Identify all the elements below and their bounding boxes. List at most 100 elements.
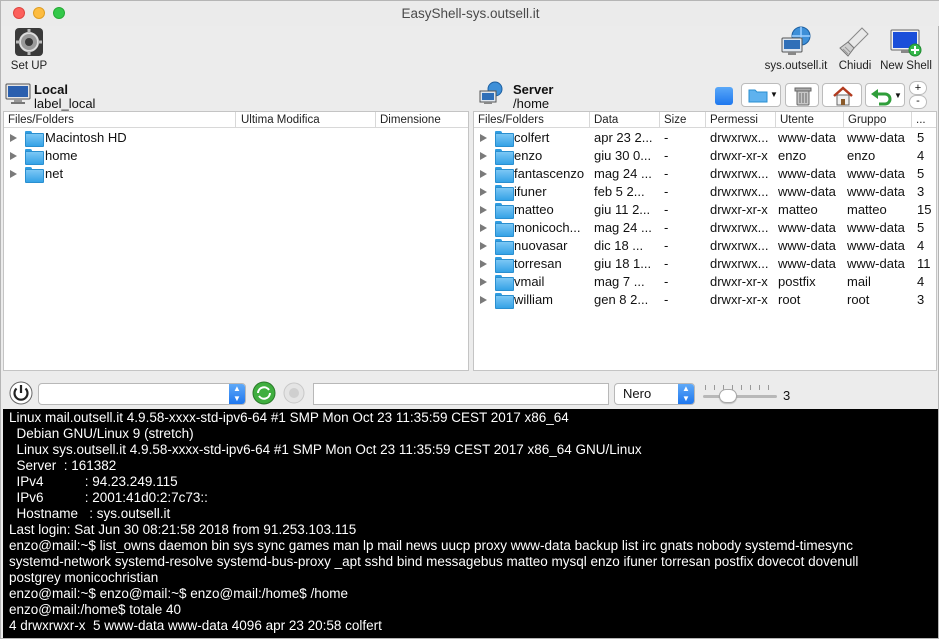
terminal-line: systemd-network systemd-resolve systemd-… [9, 554, 859, 569]
server-item-user: www-data [778, 256, 836, 271]
server-item-links: 4 [917, 274, 925, 289]
folder-icon [495, 203, 514, 219]
server-item-date: giu 11 2... [594, 202, 651, 217]
history-dropdown[interactable]: ▲ ▼ [38, 383, 246, 405]
server-col-size[interactable]: Size [660, 112, 706, 128]
server-item-size: - [664, 238, 669, 253]
disclosure-triangle-icon[interactable] [10, 134, 17, 142]
server-col-more[interactable]: ... [912, 112, 936, 128]
server-col-group[interactable]: Gruppo [844, 112, 912, 128]
server-item-date: gen 8 2... [594, 292, 649, 307]
server-list-item[interactable]: colfert apr 23 2... - drwxrwx... www-data www… [474, 129, 936, 147]
disclosure-triangle-icon[interactable] [480, 152, 487, 160]
close-window-button[interactable] [13, 7, 25, 19]
back-button[interactable]: ▼ [865, 83, 905, 107]
home-button[interactable] [822, 83, 862, 107]
run-icon[interactable] [252, 381, 276, 408]
server-list-item[interactable]: william gen 8 2... - drwxr-xr-x root root 3 [474, 291, 936, 309]
server-list-item[interactable]: fantascenzo mag 24 ... - drwxrwx... www-data… [474, 165, 936, 183]
disclosure-triangle-icon[interactable] [10, 152, 17, 160]
local-col-files[interactable]: Files/Folders [4, 112, 236, 128]
slider-thumb[interactable] [719, 389, 737, 403]
local-col-modified[interactable]: Ultima Modifica [237, 112, 376, 128]
disclosure-triangle-icon[interactable] [480, 170, 487, 178]
window-title: EasyShell-sys.outsell.it [401, 6, 540, 21]
server-col-date[interactable]: Data [590, 112, 660, 128]
disclosure-triangle-icon[interactable] [10, 170, 17, 178]
server-item-group: www-data [847, 166, 905, 181]
trash-button[interactable] [785, 83, 819, 107]
folder-icon [495, 257, 514, 273]
terminal-color-dropdown[interactable]: Nero ▲ ▼ [614, 383, 695, 405]
terminal-output[interactable]: Linux mail.outsell.it 4.9.58-xxxx-std-ip… [3, 409, 938, 638]
terminal-line: enzo@mail:~$ enzo@mail:~$ enzo@mail:/hom… [9, 586, 349, 601]
server-item-user: www-data [778, 166, 836, 181]
server-item-date: mag 24 ... [594, 220, 652, 235]
setup-button[interactable]: Set UP [7, 26, 51, 72]
server-list-item[interactable]: monicoch... mag 24 ... - drwxrwx... www-data… [474, 219, 936, 237]
server-item-links: 3 [917, 292, 925, 307]
server-list-item[interactable]: vmail mag 7 ... - drwxr-xr-x postfix mail 4 [474, 273, 936, 291]
trash-icon [794, 86, 812, 109]
disclosure-triangle-icon[interactable] [480, 134, 487, 142]
server-item-user: www-data [778, 220, 836, 235]
power-icon[interactable] [9, 381, 33, 408]
local-subtitle: label_local [34, 96, 96, 111]
disclosure-triangle-icon[interactable] [480, 278, 487, 286]
minimize-window-button[interactable] [33, 7, 45, 19]
local-list-item[interactable]: Macintosh HD [4, 129, 468, 147]
server-item-links: 5 [917, 130, 925, 145]
server-item-date: apr 23 2... [594, 130, 653, 145]
terminal-line: Linux mail.outsell.it 4.9.58-xxxx-std-ip… [9, 410, 569, 425]
disclosure-triangle-icon[interactable] [480, 206, 487, 214]
disclosure-triangle-icon[interactable] [480, 242, 487, 250]
font-size-value: 3 [783, 388, 791, 403]
server-item-name: nuovasar [514, 238, 568, 253]
zoom-window-button[interactable] [53, 7, 65, 19]
server-list-item[interactable]: nuovasar dic 18 ... - drwxrwx... www-data www… [474, 237, 936, 255]
network-computer-icon [779, 26, 813, 58]
server-list-item[interactable]: enzo giu 30 0... - drwxr-xr-x enzo enzo 4 [474, 147, 936, 165]
server-list-item[interactable]: matteo giu 11 2... - drwxr-xr-x matteo matteo… [474, 201, 936, 219]
server-connection-button[interactable]: sys.outsell.it [759, 26, 833, 72]
server-list-item[interactable]: ifuner feb 5 2... - drwxrwx... www-data www-d… [474, 183, 936, 201]
new-shell-button[interactable]: New Shell [877, 26, 935, 72]
disclosure-triangle-icon[interactable] [480, 188, 487, 196]
server-col-user[interactable]: Utente [776, 112, 844, 128]
disclosure-triangle-icon[interactable] [480, 296, 487, 304]
zoom-out-button[interactable]: - [909, 95, 927, 109]
zoom-in-button[interactable]: + [909, 81, 927, 95]
server-item-links: 11 [917, 256, 931, 271]
folder-menu-button[interactable]: ▼ [741, 83, 781, 107]
select-all-toggle[interactable] [715, 87, 733, 105]
server-item-links: 5 [917, 220, 925, 235]
local-list-item[interactable]: net [4, 165, 468, 183]
server-item-user: postfix [778, 274, 816, 289]
terminal-line: 4 drwxrwxr-x 5 www-data www-data 4096 ap… [9, 618, 382, 633]
close-connection-button[interactable]: Chiudi [835, 26, 875, 72]
server-item-user: www-data [778, 130, 836, 145]
server-item-name: vmail [514, 274, 545, 289]
local-list-item[interactable]: home [4, 147, 468, 165]
server-title: Server [513, 82, 554, 97]
server-col-files[interactable]: Files/Folders [474, 112, 590, 128]
server-item-date: giu 18 1... [594, 256, 652, 271]
chevron-updown-icon: ▲ ▼ [678, 384, 694, 404]
folder-icon [495, 221, 514, 237]
server-label: sys.outsell.it [764, 60, 828, 72]
server-item-name: monicoch... [514, 220, 581, 235]
server-list-item[interactable]: torresan giu 18 1... - drwxrwx... www-data ww… [474, 255, 936, 273]
command-input[interactable] [313, 383, 609, 405]
local-col-size[interactable]: Dimensione [376, 112, 468, 128]
server-item-user: matteo [778, 202, 818, 217]
server-col-permissions[interactable]: Permessi [706, 112, 776, 128]
server-item-links: 4 [917, 148, 925, 163]
server-item-group: matteo [847, 202, 887, 217]
disclosure-triangle-icon[interactable] [480, 224, 487, 232]
font-size-slider[interactable] [703, 385, 777, 403]
server-item-user: root [778, 292, 801, 307]
computer-icon [5, 83, 31, 108]
server-item-name: matteo [514, 202, 554, 217]
stop-icon[interactable] [282, 381, 306, 408]
disclosure-triangle-icon[interactable] [480, 260, 487, 268]
